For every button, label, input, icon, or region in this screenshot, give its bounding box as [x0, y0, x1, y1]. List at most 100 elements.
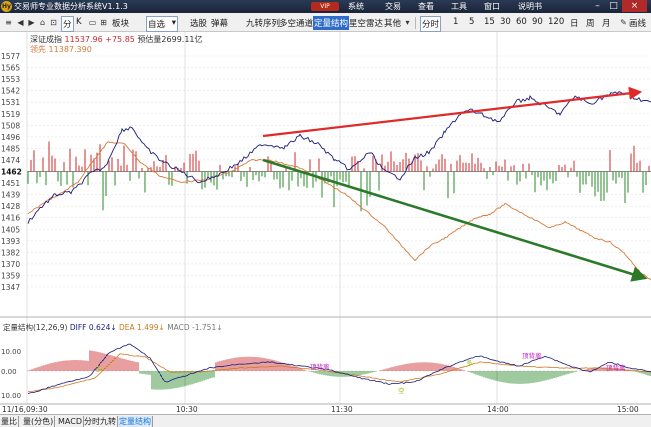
tab-intraday-nine-turn[interactable]: 分时九转 [83, 416, 118, 427]
lock-icon[interactable]: ⊡ [48, 17, 59, 28]
y-tick-label: 1405 [1, 225, 20, 234]
y-tick-label: 1359 [1, 271, 20, 280]
watchlist-label: 自选 [148, 20, 166, 30]
y-tick-label: 1382 [1, 248, 20, 257]
bottom-tab-bar: 量比 量(分色) MACD 分时九转 定量结构 [0, 414, 651, 427]
tab-nine-turn[interactable]: 九转序列 [245, 16, 281, 30]
time-axis-label: 15:00 [617, 405, 639, 414]
vip-badge[interactable]: VIP [311, 2, 339, 11]
lead-header-part: 领先 [30, 44, 46, 54]
menu-manual[interactable]: 说明书 [518, 1, 542, 12]
tab-other[interactable]: 其他 [383, 16, 402, 30]
period-tab[interactable]: 30 [499, 16, 512, 28]
index-header: 深证成指 11537.96 +75.85 预估量2699.11亿 [30, 34, 203, 44]
forward-icon[interactable]: ▶ [26, 17, 37, 28]
tab-volume-color[interactable]: 量(分色) [22, 416, 56, 427]
divergence-annotation: 顶背离 [522, 351, 542, 360]
lead-header-part: 11387.390 [46, 45, 92, 54]
period-tab[interactable]: 1 [452, 16, 459, 28]
indicator-y-tick: 0.00 [1, 368, 17, 376]
indicator-header-part: MACD -1.751↓ [167, 323, 222, 332]
y-tick-label: 1531 [1, 98, 20, 107]
menu-tools[interactable]: 工具 [451, 1, 467, 12]
indicator-header: 定量结构(12,26,9) DIFF 0.624↓ DEA 1.499↓ MAC… [3, 322, 223, 332]
y-tick-label: 1508 [1, 121, 20, 130]
time-axis-label: 11/16,09:30 [2, 405, 48, 414]
y-tick-label: 1451 [1, 179, 20, 188]
app-logo: Hy [1, 1, 12, 12]
grid-icon[interactable]: ⊞ [98, 17, 109, 28]
tab-sector[interactable]: 板块 [111, 16, 130, 30]
tab-volume-ratio[interactable]: 量比 [0, 416, 19, 427]
divergence-annotation: 多 [96, 364, 103, 373]
period-tab[interactable]: 日 [569, 16, 580, 30]
chart-area[interactable]: 1577 1565 1553 1542 1531 1519 1508 1496 1485 1474… [0, 32, 651, 414]
period-tab[interactable]: 60 [515, 16, 528, 28]
tab-stock-picking[interactable]: 选股 [189, 16, 208, 30]
indicator-y-tick: 10.00 [1, 392, 21, 400]
menu-window[interactable]: 窗口 [484, 1, 500, 12]
tab-macd[interactable]: MACD [57, 416, 84, 427]
toolbar: ≡ ◀ ▶ ⌂ ⊡ 分 K ▭ ⊞ 板块 自选 ▾ 选股 弹幕 九转序列 多空通道… [0, 13, 651, 32]
watchlist-dropdown[interactable]: 自选 ▾ [146, 16, 179, 32]
lead-header: 领先 11387.390 [30, 44, 92, 54]
period-tab[interactable]: 月 [601, 16, 612, 30]
divergence-annotation: 顶背离 [310, 362, 330, 371]
period-tab[interactable]: 分时 [420, 16, 442, 32]
close-icon[interactable]: × [622, 0, 647, 12]
back-icon[interactable]: ◀ [15, 17, 26, 28]
screen-icon[interactable]: ▭ [87, 17, 98, 28]
toolbar-divider [415, 17, 416, 29]
time-axis-label: 10:30 [176, 405, 198, 414]
y-tick-label: 1347 [1, 283, 20, 292]
lead-line [27, 141, 651, 281]
menu-view[interactable]: 查看 [418, 1, 434, 12]
period-tab[interactable]: 5 [468, 16, 475, 28]
other-chevron-icon[interactable]: ▾ [402, 17, 413, 28]
app-title: 交易师专业数据分析系统V1.1.3 [14, 2, 128, 11]
period-tab[interactable]: 120 [547, 16, 565, 28]
home-icon[interactable]: ⌂ [37, 17, 48, 28]
y-tick-label: 1370 [1, 260, 20, 269]
y-tick-label: 1496 [1, 133, 20, 142]
tab-danmaku[interactable]: 弹幕 [210, 16, 229, 30]
tab-star-radar[interactable]: 星空雷达 [348, 16, 384, 30]
index-header-part: +75.85 [103, 35, 135, 44]
divergence-annotation: 多 [466, 358, 473, 367]
menu-system[interactable]: 系统 [348, 1, 364, 12]
diff-line [27, 343, 651, 394]
y-tick-label: 1428 [1, 202, 20, 211]
y-tick-label: 1439 [1, 191, 20, 200]
y-tick-label: 1577 [1, 52, 20, 61]
divergence-annotation: 空 [398, 386, 405, 395]
menu-icon[interactable]: ≡ [3, 17, 14, 28]
menu-trade[interactable]: 交易 [385, 1, 401, 12]
index-line [27, 91, 651, 224]
indicator-header-part: 定量结构(12,26,9) [3, 322, 70, 332]
minimize-icon[interactable]: – [590, 0, 605, 12]
maximize-icon[interactable]: □ [606, 0, 621, 12]
time-axis-label: 14:00 [487, 405, 509, 414]
y-tick-label: 1474 [1, 156, 20, 165]
y-tick-label: 1416 [1, 214, 20, 223]
tab-fen[interactable]: 分 [61, 16, 74, 32]
draw-line-button[interactable]: 画线 [628, 16, 647, 30]
indicator-header-part: DEA 1.499↓ [119, 323, 167, 332]
index-header-part: 预估量 [135, 34, 162, 44]
y-tick-label: 1462 [1, 168, 22, 177]
chart-grid [0, 32, 651, 405]
y-tick-label: 1393 [1, 237, 20, 246]
y-tick-label: 1565 [1, 64, 20, 73]
tab-quant-structure-bottom[interactable]: 定量结构 [118, 416, 153, 427]
indicator-header-part: DIFF 0.624↓ [70, 323, 119, 332]
period-tab[interactable]: 90 [531, 16, 544, 28]
period-tab[interactable]: 周 [585, 16, 596, 30]
y-tick-label: 1542 [1, 87, 20, 96]
tab-k[interactable]: K [75, 16, 83, 28]
index-header-part: 11537.96 [62, 35, 103, 44]
tab-quant-structure[interactable]: 定量结构 [313, 16, 350, 30]
index-header-part: 深证成指 [30, 34, 62, 44]
tab-long-short[interactable]: 多空通道 [278, 16, 314, 30]
period-tab[interactable]: 15 [483, 16, 496, 28]
title-bar: Hy 交易师专业数据分析系统V1.1.3 VIP 系统 交易 查看 工具 窗口 … [0, 0, 651, 13]
